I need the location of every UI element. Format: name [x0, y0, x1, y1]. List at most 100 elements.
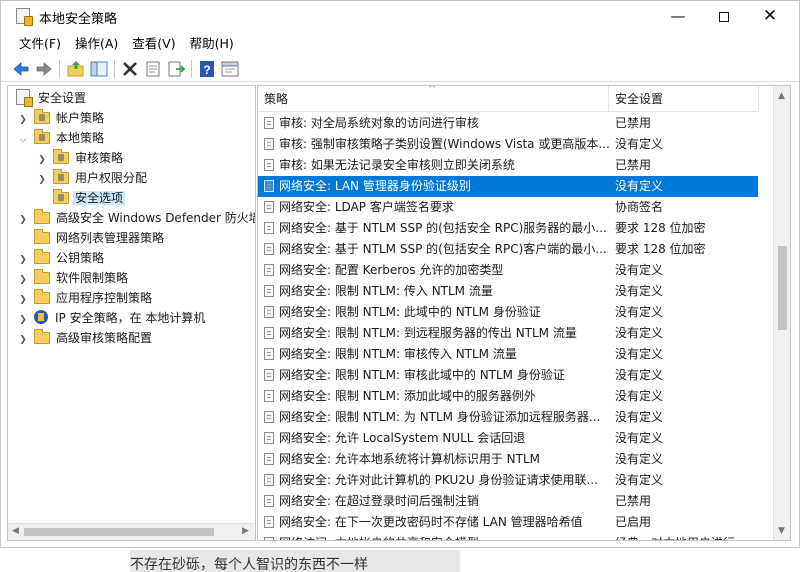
scroll-left-icon[interactable]: ◀ [12, 526, 19, 536]
policy-row[interactable]: 网络安全: 限制 NTLM: 审核此域中的 NTLM 身份验证 没有定义 [258, 365, 758, 386]
chevron-right-icon[interactable]: ❯ [18, 250, 28, 270]
policy-name-text: 网络安全: 在下一次更改密码时不存储 LAN 管理器哈希值 [279, 515, 583, 529]
policy-name-cell: 网络安全: 限制 NTLM: 到远程服务器的传出 NTLM 流量 [264, 323, 609, 344]
help-icon[interactable]: ? [197, 59, 217, 79]
chevron-right-icon[interactable]: ❯ [37, 150, 47, 170]
policy-row[interactable]: 网络安全: 限制 NTLM: 到远程服务器的传出 NTLM 流量 没有定义 [258, 323, 758, 344]
policy-name-cell: 网络安全: 限制 NTLM: 为 NTLM 身份验证添加远程服务器... [264, 407, 609, 428]
policy-row[interactable]: 审核: 对全局系统对象的访问进行审核 已禁用 [258, 113, 758, 134]
local-security-policy-window: 本地安全策略 — ✕ 文件(F) 操作(A) 查看(V) 帮助(H) ? 安全设… [0, 0, 800, 548]
toolbar-separator [191, 60, 192, 78]
up-folder-icon[interactable] [66, 59, 86, 79]
scrollbar-thumb[interactable] [24, 528, 214, 536]
caption-text: 不存在砂砾，每个人智识的东西不一样 [130, 557, 368, 572]
security-setting-cell: 没有定义 [615, 137, 664, 151]
policy-name-cell: 审核: 如果无法记录安全审核则立即关闭系统 [264, 155, 609, 176]
policy-document-icon [264, 369, 274, 381]
export-icon[interactable] [166, 59, 186, 79]
policy-row[interactable]: 审核: 强制审核策略子类别设置(Windows Vista 或更高版本... 没有… [258, 134, 758, 155]
tree-item-advanced-audit[interactable]: ❯ 高级审核策略配置 [18, 328, 154, 348]
policy-name-cell: 网络安全: 在超过登录时间后强制注销 [264, 491, 609, 512]
scroll-down-icon[interactable]: ▼ [778, 526, 785, 536]
policy-document-icon [264, 285, 274, 297]
tree-item-ip-security[interactable]: ❯ IP 安全策略，在 本地计算机 [18, 308, 207, 328]
policy-name-text: 网络安全: 限制 NTLM: 此域中的 NTLM 身份验证 [279, 305, 541, 319]
tree-horizontal-scrollbar[interactable]: ◀ ▶ [8, 523, 255, 540]
scroll-up-icon[interactable]: ▲ [778, 91, 785, 101]
menu-action[interactable]: 操作(A) [68, 34, 125, 54]
security-setting-cell: 经典 - 对本地用户进行... [615, 533, 758, 540]
show-tree-icon[interactable] [89, 59, 109, 79]
folder-icon [34, 249, 50, 264]
security-setting-cell: 没有定义 [615, 389, 664, 403]
chevron-down-icon[interactable]: ⌵ [18, 130, 28, 150]
close-button[interactable]: ✕ [747, 1, 793, 32]
policy-row[interactable]: 网络安全: LAN 管理器身份验证级别 没有定义 [258, 176, 758, 197]
delete-icon[interactable] [120, 59, 140, 79]
console-icon[interactable] [220, 59, 240, 79]
chevron-right-icon[interactable]: ❯ [18, 330, 28, 350]
policy-name-cell: 网络安全: 限制 NTLM: 添加此域中的服务器例外 [264, 386, 609, 407]
policy-row[interactable]: 网络安全: 限制 NTLM: 为 NTLM 身份验证添加远程服务器... 没有定义 [258, 407, 758, 428]
security-setting-cell: 已禁用 [615, 494, 652, 508]
tree-item-audit-policy[interactable]: ❯ 审核策略 [37, 148, 125, 168]
back-arrow-icon[interactable] [11, 59, 31, 79]
tree-root[interactable]: 安全设置 [16, 88, 88, 108]
chevron-right-icon[interactable]: ❯ [18, 310, 28, 330]
window-title: 本地安全策略 [39, 12, 118, 27]
minimize-button[interactable]: — [655, 1, 701, 32]
policy-row[interactable]: 网络安全: 允许 LocalSystem NULL 会话回退 没有定义 [258, 428, 758, 449]
policy-name-text: 网络安全: 基于 NTLM SSP 的(包括安全 RPC)客户端的最小... [279, 242, 607, 256]
tree-item-network-list[interactable]: 网络列表管理器策略 [18, 228, 166, 248]
security-setting-cell: 没有定义 [615, 473, 664, 487]
policy-row[interactable]: 网络安全: 基于 NTLM SSP 的(包括安全 RPC)服务器的最小... 要求… [258, 218, 758, 239]
policy-row[interactable]: 网络安全: 限制 NTLM: 添加此域中的服务器例外 没有定义 [258, 386, 758, 407]
column-header-setting[interactable]: 安全设置 [609, 86, 758, 112]
menu-file[interactable]: 文件(F) [12, 34, 68, 54]
policy-document-icon [264, 264, 274, 276]
toolbar-separator [114, 60, 115, 78]
tree-item-app-control[interactable]: ❯ 应用程序控制策略 [18, 288, 154, 308]
policy-row[interactable]: 网络安全: 限制 NTLM: 传入 NTLM 流量 没有定义 [258, 281, 758, 302]
policy-row[interactable]: 网络访问: 本地帐户的共享和安全模型 经典 - 对本地用户进行... [258, 533, 758, 540]
list-vertical-scrollbar[interactable]: ▲ ▼ [773, 86, 790, 540]
scroll-right-icon[interactable]: ▶ [242, 526, 249, 536]
menu-help[interactable]: 帮助(H) [183, 34, 241, 54]
sort-ascending-icon: ^ [428, 85, 437, 95]
folder-icon [34, 329, 50, 344]
policy-name-text: 网络安全: 限制 NTLM: 审核此域中的 NTLM 身份验证 [279, 368, 565, 382]
policy-row[interactable]: 网络安全: 限制 NTLM: 审核传入 NTLM 流量 没有定义 [258, 344, 758, 365]
scrollbar-thumb[interactable] [778, 246, 787, 330]
tree-item-local-policy[interactable]: ⌵ 本地策略 [18, 128, 106, 148]
chevron-right-icon[interactable]: ❯ [18, 270, 28, 290]
chevron-right-icon[interactable]: ❯ [18, 110, 28, 130]
menu-view[interactable]: 查看(V) [125, 34, 182, 54]
policy-row[interactable]: 网络安全: 在下一次更改密码时不存储 LAN 管理器哈希值 已启用 [258, 512, 758, 533]
policy-row[interactable]: 网络安全: 基于 NTLM SSP 的(包括安全 RPC)客户端的最小... 要求… [258, 239, 758, 260]
policy-document-icon [264, 138, 274, 150]
security-setting-cell: 没有定义 [615, 326, 664, 340]
tree-item-public-key[interactable]: ❯ 公钥策略 [18, 248, 106, 268]
column-separator[interactable] [758, 86, 759, 112]
properties-icon[interactable] [143, 59, 163, 79]
tree-item-defender-firewall[interactable]: ❯ 高级安全 Windows Defender 防火墙 [18, 208, 255, 230]
policy-row[interactable]: 网络安全: 允许对此计算机的 PKU2U 身份验证请求使用联... 没有定义 [258, 470, 758, 491]
policy-row[interactable]: 审核: 如果无法记录安全审核则立即关闭系统 已禁用 [258, 155, 758, 176]
security-setting-cell: 已禁用 [615, 158, 652, 172]
security-setting-cell: 协商签名 [615, 200, 664, 214]
forward-arrow-icon[interactable] [34, 59, 54, 79]
policy-row[interactable]: 网络安全: 允许本地系统将计算机标识用于 NTLM 没有定义 [258, 449, 758, 470]
policy-row[interactable]: 网络安全: 限制 NTLM: 此域中的 NTLM 身份验证 没有定义 [258, 302, 758, 323]
tree-item-software-restriction[interactable]: ❯ 软件限制策略 [18, 268, 130, 288]
chevron-right-icon[interactable]: ❯ [37, 170, 47, 190]
policy-name-text: 网络安全: 允许对此计算机的 PKU2U 身份验证请求使用联... [279, 473, 598, 487]
chevron-right-icon[interactable]: ❯ [18, 210, 28, 230]
policy-row[interactable]: 网络安全: LDAP 客户端签名要求 协商签名 [258, 197, 758, 218]
tree-item-account-policy[interactable]: ❯ 帐户策略 [18, 108, 106, 128]
tree-item-security-options[interactable]: 安全选项 [37, 188, 126, 208]
policy-row[interactable]: 网络安全: 在超过登录时间后强制注销 已禁用 [258, 491, 758, 512]
chevron-right-icon[interactable]: ❯ [18, 290, 28, 310]
maximize-button[interactable] [701, 1, 747, 32]
tree-item-user-rights[interactable]: ❯ 用户权限分配 [37, 168, 149, 188]
policy-row[interactable]: 网络安全: 配置 Kerberos 允许的加密类型 没有定义 [258, 260, 758, 281]
